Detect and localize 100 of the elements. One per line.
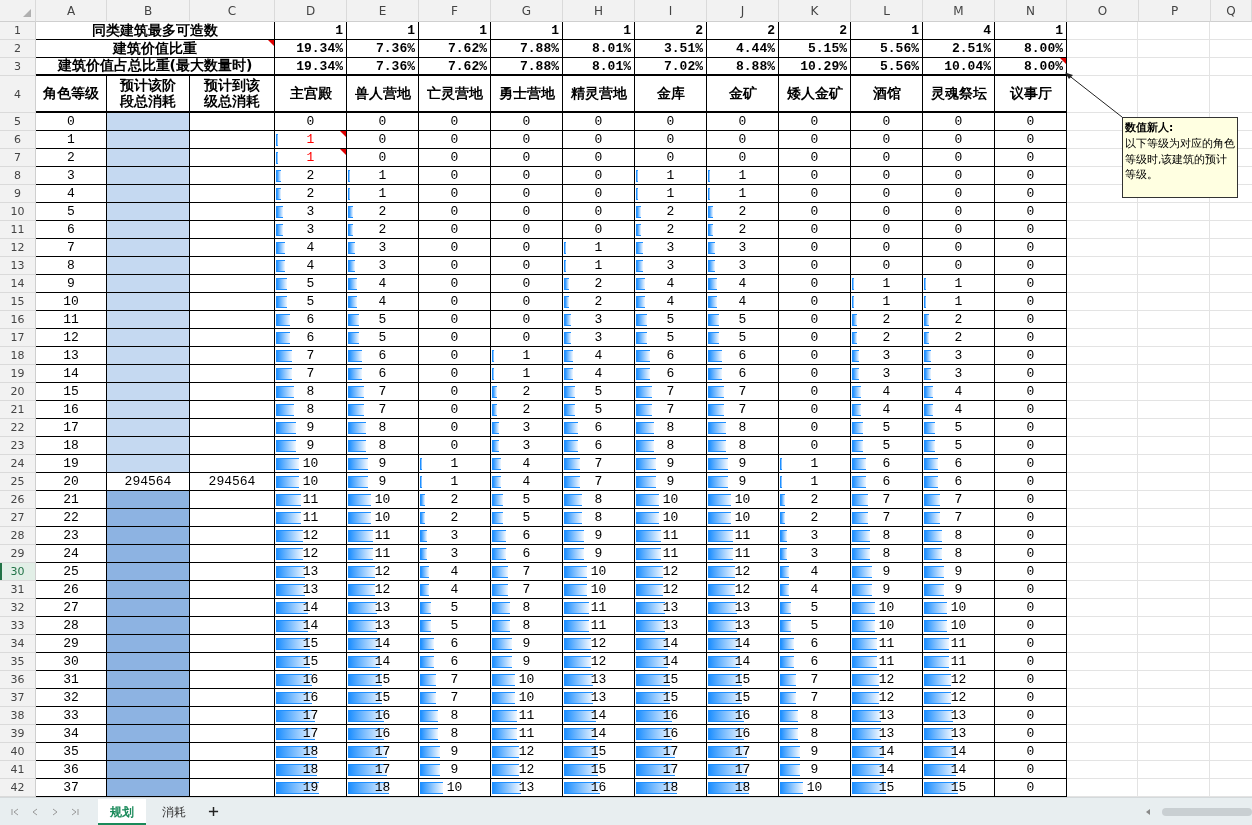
- row-header[interactable]: 34: [0, 635, 36, 653]
- table-cell: 17: [707, 761, 779, 779]
- column-header[interactable]: O: [1067, 0, 1139, 22]
- table-cell: 6: [563, 437, 635, 455]
- row-header[interactable]: 23: [0, 437, 36, 455]
- row-header[interactable]: 37: [0, 689, 36, 707]
- table-cell: 10: [707, 491, 779, 509]
- data-bar: [276, 260, 286, 272]
- row-header[interactable]: 41: [0, 761, 36, 779]
- row-header[interactable]: 29: [0, 545, 36, 563]
- next-sheet-icon[interactable]: [50, 806, 60, 817]
- data-bar: [420, 746, 441, 758]
- row-header[interactable]: 40: [0, 743, 36, 761]
- table-cell: 3: [923, 347, 995, 365]
- previous-sheet-icon[interactable]: [30, 806, 40, 817]
- data-bar: [636, 458, 657, 470]
- column-header[interactable]: C: [190, 0, 275, 22]
- row-header[interactable]: 1: [0, 22, 36, 40]
- row-header[interactable]: 26: [0, 491, 36, 509]
- column-header[interactable]: H: [563, 0, 635, 22]
- row-header[interactable]: 6: [0, 131, 36, 149]
- row-header[interactable]: 27: [0, 509, 36, 527]
- column-header[interactable]: B: [107, 0, 190, 22]
- table-cell: 14: [275, 599, 347, 617]
- row-header[interactable]: 21: [0, 401, 36, 419]
- row-header[interactable]: 35: [0, 653, 36, 671]
- table-cell: 0: [491, 311, 563, 329]
- table-cell: 9: [707, 473, 779, 491]
- row-header[interactable]: 30: [0, 563, 36, 581]
- row-header[interactable]: 16: [0, 311, 36, 329]
- column-header[interactable]: A: [36, 0, 107, 22]
- data-bar: [420, 494, 425, 506]
- column-header[interactable]: J: [707, 0, 779, 22]
- row-header[interactable]: 14: [0, 275, 36, 293]
- table-cell: 5: [347, 311, 419, 329]
- row-header[interactable]: 28: [0, 527, 36, 545]
- table-cell: 13: [563, 689, 635, 707]
- table-cell: 3: [491, 419, 563, 437]
- row-header[interactable]: 5: [0, 113, 36, 131]
- row-header[interactable]: 33: [0, 617, 36, 635]
- column-header[interactable]: I: [635, 0, 707, 22]
- add-sheet-icon[interactable]: [208, 806, 219, 817]
- last-sheet-icon[interactable]: [70, 806, 80, 817]
- row-header[interactable]: 3: [0, 58, 36, 76]
- data-bar: [636, 224, 641, 236]
- select-all-corner[interactable]: [0, 0, 36, 22]
- column-header[interactable]: E: [347, 0, 419, 22]
- column-header[interactable]: N: [995, 0, 1067, 22]
- data-bar: [636, 476, 657, 488]
- horizontal-scrollbar[interactable]: [1162, 807, 1252, 816]
- row-header[interactable]: 10: [0, 203, 36, 221]
- table-cell: 1: [563, 22, 635, 40]
- row-header[interactable]: 39: [0, 725, 36, 743]
- table-cell: 12: [491, 761, 563, 779]
- row-header[interactable]: 24: [0, 455, 36, 473]
- column-header[interactable]: D: [275, 0, 347, 22]
- row-header[interactable]: 9: [0, 185, 36, 203]
- row-header[interactable]: 32: [0, 599, 36, 617]
- data-bar: [924, 620, 947, 632]
- row-header[interactable]: 25: [0, 473, 36, 491]
- column-header[interactable]: K: [779, 0, 851, 22]
- column-header[interactable]: P: [1139, 0, 1211, 22]
- row-header[interactable]: 7: [0, 149, 36, 167]
- row-header[interactable]: 12: [0, 239, 36, 257]
- row-header[interactable]: 38: [0, 707, 36, 725]
- row-header[interactable]: 4: [0, 76, 36, 113]
- data-bar: [276, 242, 286, 254]
- data-bar: [708, 386, 724, 398]
- table-cell: 7: [563, 473, 635, 491]
- row-header[interactable]: 15: [0, 293, 36, 311]
- table-cell: 0: [995, 725, 1067, 743]
- data-bar: [708, 548, 733, 560]
- table-cell: 7: [275, 365, 347, 383]
- row-header[interactable]: 22: [0, 419, 36, 437]
- row-header[interactable]: 8: [0, 167, 36, 185]
- row-header[interactable]: 19: [0, 365, 36, 383]
- row-header[interactable]: 31: [0, 581, 36, 599]
- row-header[interactable]: 11: [0, 221, 36, 239]
- column-header[interactable]: L: [851, 0, 923, 22]
- row-header[interactable]: 42: [0, 779, 36, 797]
- row-header[interactable]: 20: [0, 383, 36, 401]
- table-cell: 8: [347, 419, 419, 437]
- row-header[interactable]: 17: [0, 329, 36, 347]
- table-cell: 4: [275, 239, 347, 257]
- sheet-tab[interactable]: 消耗: [150, 798, 198, 825]
- column-header[interactable]: G: [491, 0, 563, 22]
- data-bar: [636, 782, 677, 794]
- column-header[interactable]: Q: [1211, 0, 1252, 22]
- data-bar: [852, 350, 859, 362]
- table-cell: 1: [419, 473, 491, 491]
- row-header[interactable]: 13: [0, 257, 36, 275]
- first-sheet-icon[interactable]: [10, 806, 20, 817]
- column-title: 亡灵营地: [426, 85, 483, 102]
- column-header[interactable]: F: [419, 0, 491, 22]
- sheet-tab[interactable]: 规划: [98, 798, 146, 825]
- scroll-left-icon[interactable]: [1144, 807, 1152, 816]
- row-header[interactable]: 18: [0, 347, 36, 365]
- row-header[interactable]: 36: [0, 671, 36, 689]
- row-header[interactable]: 2: [0, 40, 36, 58]
- column-header[interactable]: M: [923, 0, 995, 22]
